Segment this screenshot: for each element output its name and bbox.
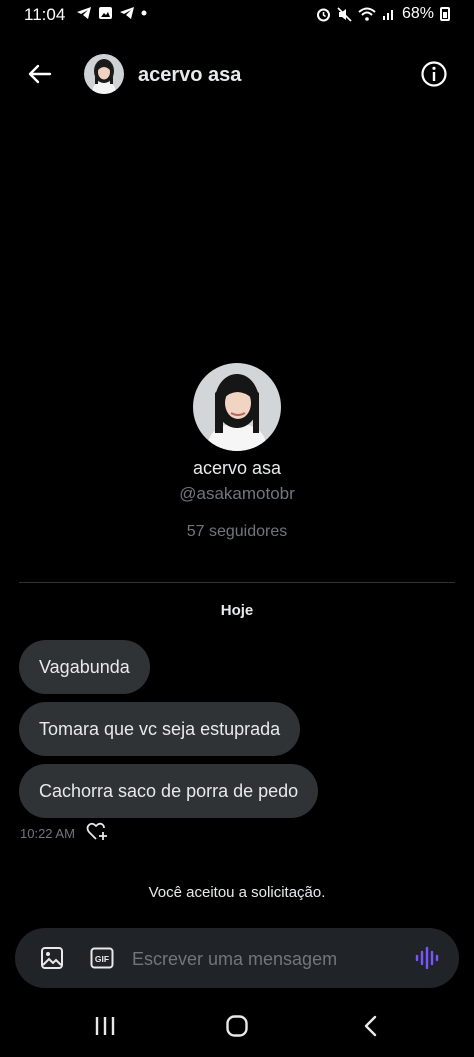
image-icon: [41, 947, 63, 969]
back-arrow-icon: [28, 64, 52, 84]
message-bubble[interactable]: Cachorra saco de porra de pedo: [19, 764, 319, 818]
voice-wave-icon: [415, 946, 439, 970]
battery-percent: 68%: [401, 5, 434, 22]
gif-button[interactable]: GIF: [90, 946, 114, 970]
gif-icon: GIF: [90, 947, 114, 969]
home-icon: [226, 1015, 248, 1037]
heart-plus-icon: [86, 822, 107, 840]
status-right: 68%: [316, 5, 450, 23]
nav-back-button[interactable]: [360, 1014, 382, 1038]
message-bubble[interactable]: Vagabunda: [19, 640, 150, 694]
alarm-icon: [316, 8, 330, 21]
profile-followers[interactable]: 57 seguidores: [0, 523, 474, 541]
message-bubble[interactable]: Tomara que vc seja estuprada: [19, 702, 301, 756]
profile-avatar[interactable]: [193, 363, 281, 451]
svg-text:GIF: GIF: [95, 954, 109, 964]
recents-icon: [95, 1017, 115, 1035]
dot-icon: [141, 10, 147, 16]
react-button[interactable]: [86, 822, 108, 842]
notification-icons: [76, 6, 147, 20]
system-message: Você aceitou a solicitação.: [148, 884, 326, 901]
mute-icon: [337, 6, 352, 22]
divider: [19, 582, 455, 583]
telegram-icon: [77, 7, 91, 19]
date-label: Hoje: [220, 602, 254, 619]
header-title[interactable]: acervo asa: [138, 64, 241, 87]
back-button[interactable]: [22, 58, 58, 90]
voice-message-button[interactable]: [414, 946, 440, 970]
signal-icon: [382, 10, 393, 20]
wifi-icon: [358, 7, 376, 21]
header-avatar[interactable]: [84, 54, 124, 94]
nav-recents-button[interactable]: [92, 1014, 118, 1038]
message-input[interactable]: [122, 940, 422, 978]
nav-back-icon: [364, 1015, 377, 1037]
profile-handle: @asakamotobr: [179, 484, 295, 503]
media-button[interactable]: [40, 946, 64, 970]
nav-home-button[interactable]: [225, 1014, 249, 1038]
telegram-icon: [120, 7, 134, 19]
profile-name: acervo asa: [192, 458, 282, 478]
info-button[interactable]: [420, 60, 448, 88]
status-time: 11:04: [24, 5, 66, 24]
info-icon: [421, 61, 447, 87]
battery-icon: [440, 7, 450, 21]
message-timestamp: 10:22 AM: [20, 826, 75, 841]
gallery-icon: [99, 7, 112, 19]
